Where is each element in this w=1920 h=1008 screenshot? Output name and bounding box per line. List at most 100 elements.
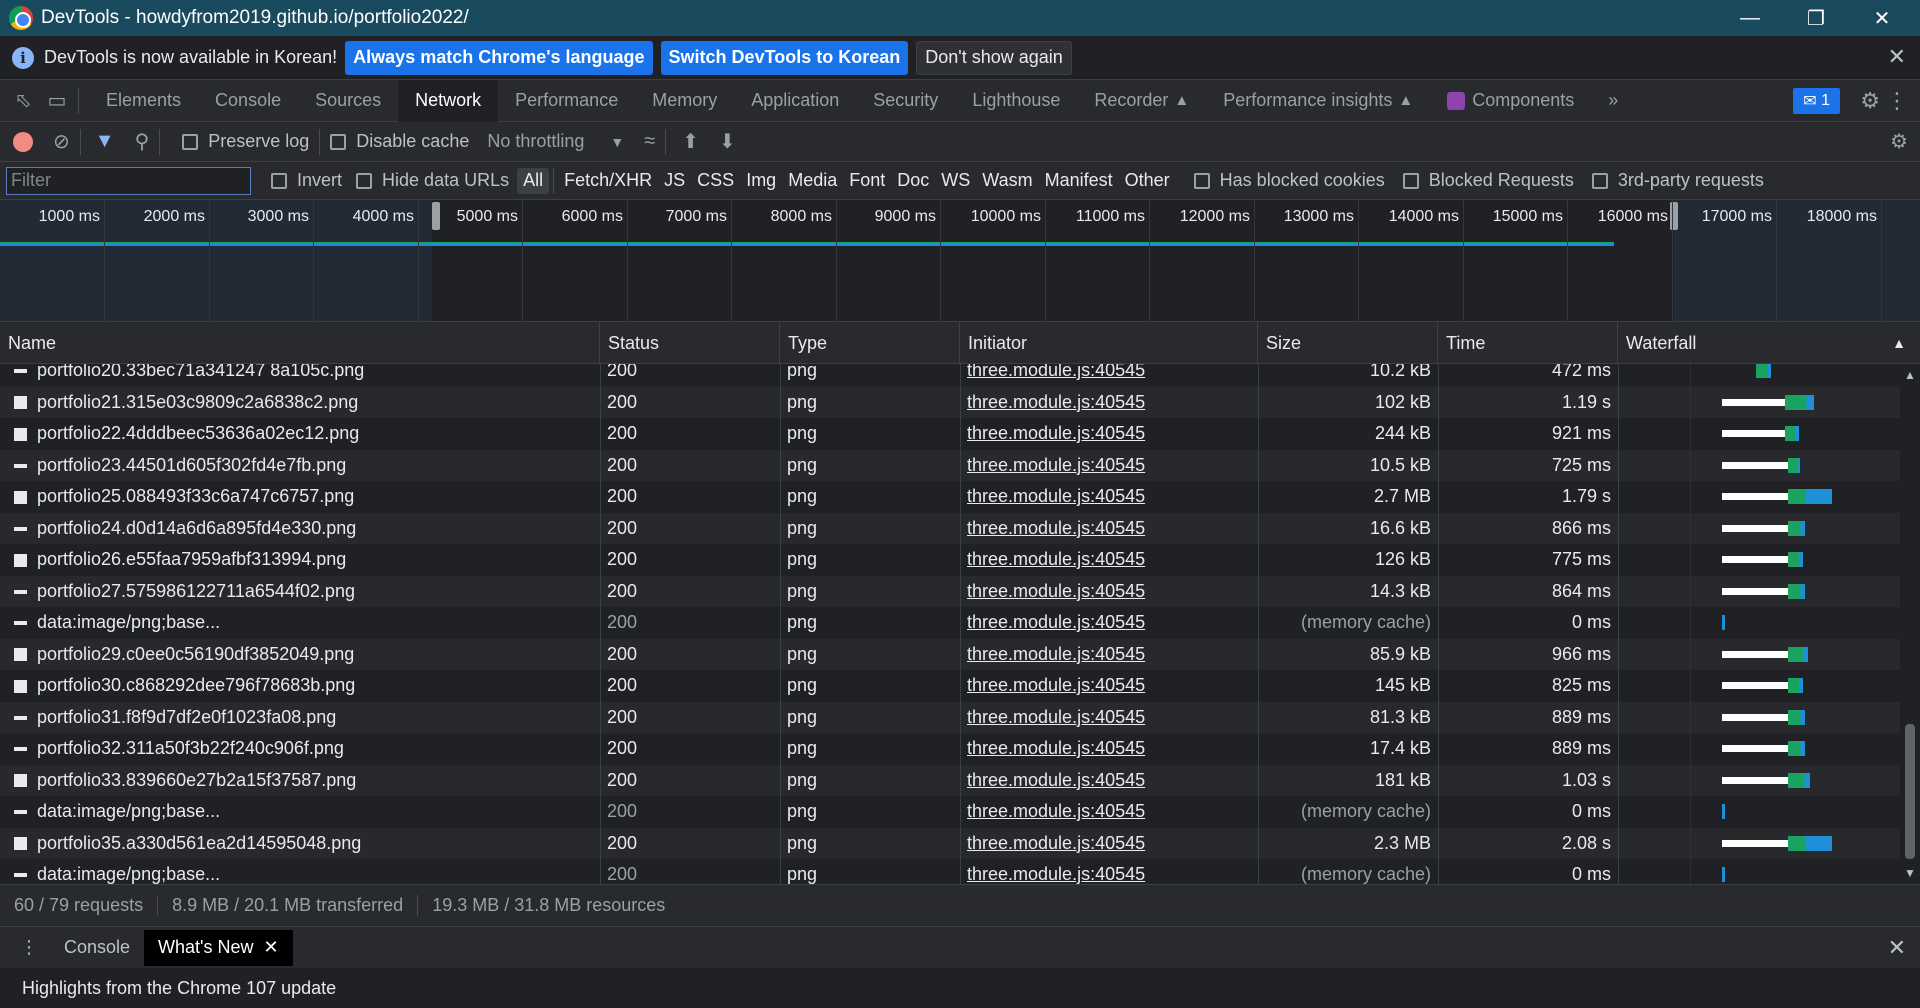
tab-performance-insights[interactable]: Performance insights ▲ — [1206, 80, 1430, 122]
network-overview-timeline[interactable]: 1000 ms 2000 ms 3000 ms 4000 ms 5000 ms 6000 … — [0, 200, 1920, 322]
request-name-cell[interactable]: data:image/png;base... — [0, 607, 598, 639]
tab-network[interactable]: Network — [398, 79, 499, 122]
filter-input[interactable] — [6, 166, 251, 195]
always-match-language-button[interactable]: Always match Chrome's language — [345, 40, 653, 75]
checkbox-box[interactable] — [1591, 172, 1608, 189]
checkbox-box[interactable] — [271, 172, 287, 189]
scroll-down-icon[interactable]: ▼ — [1904, 866, 1916, 880]
dont-show-again-button[interactable]: Don't show again — [916, 40, 1072, 75]
network-settings-gear-icon[interactable]: ⚙ — [1890, 129, 1908, 154]
column-header-size[interactable]: Size — [1258, 322, 1438, 364]
more-options-icon[interactable]: ⋮ — [1886, 88, 1908, 114]
table-row[interactable]: portfolio27.575986122711a6544f02.png 200 p… — [0, 575, 1900, 608]
request-name-cell[interactable]: portfolio24.d0d14a6d6a895fd4e330.png — [0, 513, 598, 545]
column-header-waterfall[interactable]: Waterfall ▲ — [1618, 322, 1920, 364]
request-initiator[interactable]: three.module.js:40545 — [960, 544, 1254, 576]
checkbox-box[interactable] — [1402, 172, 1419, 189]
request-name-cell[interactable]: portfolio27.575986122711a6544f02.png — [0, 576, 598, 608]
import-har-icon[interactable]: ⬆ — [682, 129, 699, 154]
request-name-cell[interactable]: portfolio33.839660e27b2a15f37587.png — [0, 765, 598, 797]
table-row[interactable]: data:image/png;base... 200 png three.module… — [0, 859, 1900, 884]
request-name-cell[interactable]: portfolio20.33bec71a341247 8a105c.png — [0, 364, 598, 387]
request-initiator[interactable]: three.module.js:40545 — [960, 481, 1254, 513]
filter-icon[interactable]: ▼ — [95, 130, 115, 153]
request-initiator[interactable]: three.module.js:40545 — [960, 576, 1254, 608]
column-header-initiator[interactable]: Initiator — [960, 322, 1258, 364]
invert-checkbox[interactable]: Invert — [271, 170, 342, 191]
inspect-element-icon[interactable]: ⬁ — [12, 90, 34, 112]
tab-performance[interactable]: Performance — [498, 80, 635, 122]
request-name-cell[interactable]: portfolio31.f8f9d7df2e0f1023fa08.png — [0, 702, 598, 734]
tab-security[interactable]: Security — [856, 80, 955, 122]
export-har-icon[interactable]: ⬇ — [719, 129, 736, 154]
filter-type-fetch-xhr[interactable]: Fetch/XHR — [558, 168, 658, 194]
checkbox-box[interactable] — [356, 172, 373, 189]
tab-elements[interactable]: Elements — [89, 80, 198, 122]
device-toolbar-icon[interactable]: ▭ — [46, 90, 68, 112]
clear-icon[interactable]: ⊘ — [53, 129, 70, 154]
filter-type-wasm[interactable]: Wasm — [976, 168, 1038, 194]
tab-memory[interactable]: Memory — [635, 80, 734, 122]
table-row[interactable]: portfolio24.d0d14a6d6a895fd4e330.png 200 p… — [0, 512, 1900, 545]
table-row[interactable]: data:image/png;base... 200 png three.module… — [0, 607, 1900, 639]
table-row[interactable]: data:image/png;base... 200 png three.module… — [0, 796, 1900, 828]
table-scrollbar[interactable]: ▲ ▼ — [1900, 364, 1920, 884]
request-name-cell[interactable]: portfolio26.e55faa7959afbf313994.png — [0, 544, 598, 576]
column-header-time[interactable]: Time — [1438, 322, 1618, 364]
request-initiator[interactable]: three.module.js:40545 — [960, 387, 1254, 419]
column-header-name[interactable]: Name — [0, 322, 600, 364]
checkbox-box[interactable] — [1193, 172, 1210, 189]
tab-components[interactable]: Components — [1430, 80, 1591, 122]
request-name-cell[interactable]: portfolio23.44501d605f302fd4e7fb.png — [0, 450, 598, 482]
request-initiator[interactable]: three.module.js:40545 — [960, 607, 1254, 639]
close-tab-icon[interactable]: ✕ — [264, 937, 279, 958]
request-name-cell[interactable]: portfolio30.c868292dee796f78683b.png — [0, 670, 598, 702]
close-drawer-icon[interactable]: ✕ — [1888, 935, 1906, 961]
table-row[interactable]: portfolio26.e55faa7959afbf313994.png 200 p… — [0, 544, 1900, 576]
drawer-tab-console[interactable]: Console — [50, 930, 144, 966]
settings-gear-icon[interactable]: ⚙ — [1860, 88, 1880, 114]
table-row[interactable]: portfolio33.839660e27b2a15f37587.png 200 p… — [0, 764, 1900, 797]
filter-type-js[interactable]: JS — [658, 168, 691, 194]
request-initiator[interactable]: three.module.js:40545 — [960, 702, 1254, 734]
filter-type-css[interactable]: CSS — [691, 168, 740, 194]
request-name-cell[interactable]: portfolio35.a330d561ea2d14595048.png — [0, 828, 598, 860]
request-name-cell[interactable]: data:image/png;base... — [0, 859, 598, 884]
request-initiator[interactable]: three.module.js:40545 — [960, 859, 1254, 884]
request-initiator[interactable]: three.module.js:40545 — [960, 733, 1254, 765]
filter-type-all[interactable]: All — [517, 167, 550, 194]
filter-type-media[interactable]: Media — [782, 168, 843, 194]
request-name-cell[interactable]: portfolio29.c0ee0c56190df3852049.png — [0, 639, 598, 671]
table-row[interactable]: portfolio32.311a50f3b22f240c906f.png 200 p… — [0, 733, 1900, 765]
request-name-cell[interactable]: portfolio21.315e03c9809c2a6838c2.png — [0, 387, 598, 419]
search-icon[interactable]: ⚲ — [135, 129, 150, 154]
close-infobar-icon[interactable]: ✕ — [1888, 44, 1906, 70]
filter-type-manifest[interactable]: Manifest — [1039, 168, 1119, 194]
column-header-type[interactable]: Type — [780, 322, 960, 364]
table-row[interactable]: portfolio35.a330d561ea2d14595048.png 200 p… — [0, 827, 1900, 860]
drawer-menu-icon[interactable]: ⋮ — [0, 930, 50, 966]
filter-type-ws[interactable]: WS — [935, 168, 976, 194]
drawer-tab-whats-new[interactable]: What's New ✕ — [144, 929, 293, 966]
filter-type-doc[interactable]: Doc — [891, 168, 935, 194]
request-name-cell[interactable]: data:image/png;base... — [0, 796, 598, 828]
hide-data-urls-checkbox[interactable]: Hide data URLs — [356, 170, 509, 191]
network-conditions-icon[interactable]: ≈ — [644, 130, 655, 153]
request-name-cell[interactable]: portfolio32.311a50f3b22f240c906f.png — [0, 733, 598, 765]
request-initiator[interactable]: three.module.js:40545 — [960, 796, 1254, 828]
blocked-requests-checkbox[interactable]: Blocked Requests — [1402, 170, 1574, 191]
tab-sources[interactable]: Sources — [298, 80, 398, 122]
request-name-cell[interactable]: portfolio22.4dddbeec53636a02ec12.png — [0, 418, 598, 450]
tab-lighthouse[interactable]: Lighthouse — [955, 80, 1077, 122]
request-name-cell[interactable]: portfolio25.088493f33c6a747c6757.png — [0, 481, 598, 513]
filter-type-font[interactable]: Font — [843, 168, 891, 194]
table-row[interactable]: portfolio29.c0ee0c56190df3852049.png 200 p… — [0, 638, 1900, 671]
table-row[interactable]: portfolio23.44501d605f302fd4e7fb.png 200 p… — [0, 449, 1900, 482]
switch-to-korean-button[interactable]: Switch DevTools to Korean — [660, 40, 909, 75]
table-row[interactable]: portfolio25.088493f33c6a747c6757.png 200 p… — [0, 481, 1900, 513]
request-initiator[interactable]: three.module.js:40545 — [960, 418, 1254, 450]
table-row[interactable]: portfolio22.4dddbeec53636a02ec12.png 200 p… — [0, 418, 1900, 450]
tab-application[interactable]: Application — [734, 80, 856, 122]
throttling-select[interactable]: No throttling ▼ — [487, 131, 624, 152]
table-row[interactable]: portfolio21.315e03c9809c2a6838c2.png 200 p… — [0, 386, 1900, 419]
